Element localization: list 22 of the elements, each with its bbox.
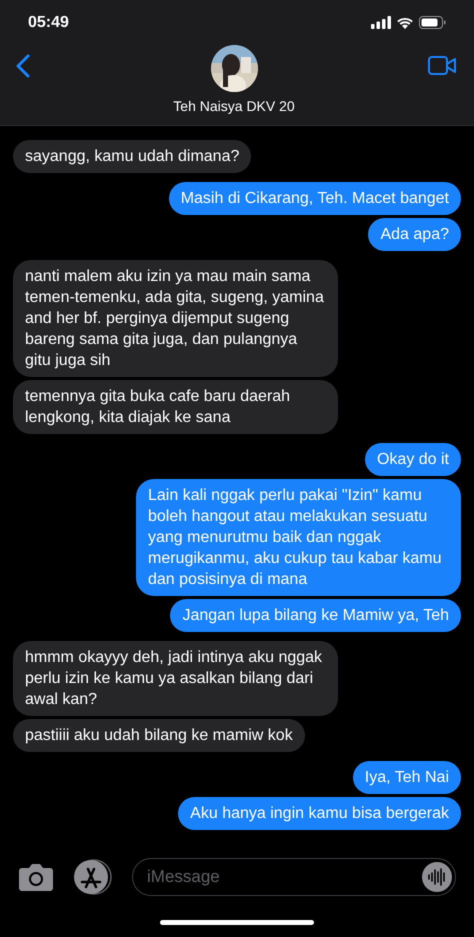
sent-message: Okay do it (364, 443, 461, 476)
sent-message: Aku hanya ingin kamu bisa bergerak (178, 797, 461, 830)
sent-message: Iya, Teh Nai (352, 761, 461, 794)
camera-icon[interactable] (18, 863, 54, 891)
voice-icon[interactable] (422, 862, 452, 892)
received-message: nanti malem aku izin ya mau main sama temen-temenku, ada gita, sugeng, yamina and her bf. perginya dijemput sugeng bareng sama gita juga, dan pulangnya gitu juga sih (13, 260, 338, 377)
received-message: pastiiii aku udah bilang ke mamiw kok (13, 719, 305, 752)
received-message: temennya gita buka cafe baru daerah lengkong, kita diajak ke sana (13, 380, 338, 434)
received-message: sayangg, kamu udah dimana? (13, 140, 252, 173)
sent-message: Lain kali nggak perlu pakai "Izin" kamu boleh hangout atau melakukan sesuatu yang menurutmu baik dan nggak merugikanmu, aku cukup tau kabar kamu dan posisinya di mana (136, 479, 461, 596)
message-field[interactable]: iMessage (132, 858, 456, 896)
wifi-icon (396, 16, 414, 29)
battery-icon (419, 16, 446, 29)
signal-icon (371, 16, 391, 29)
status-time: 05:49 (28, 12, 69, 32)
received-message: hmmm okayyy deh, jadi intinya aku nggak perlu izin ke kamu ya asalkan bilang dari awal kan? (13, 641, 338, 716)
video-call-button[interactable] (428, 55, 458, 75)
sent-message: Jangan lupa bilang ke Mamiw ya, Teh (170, 599, 461, 632)
sent-message: Masih di Cikarang, Teh. Macet banget (168, 182, 461, 215)
sent-message: Ada apa? (368, 218, 461, 251)
contact-name[interactable]: Teh Naisya DKV 20 (173, 96, 295, 117)
app-store-icon[interactable] (72, 859, 114, 895)
